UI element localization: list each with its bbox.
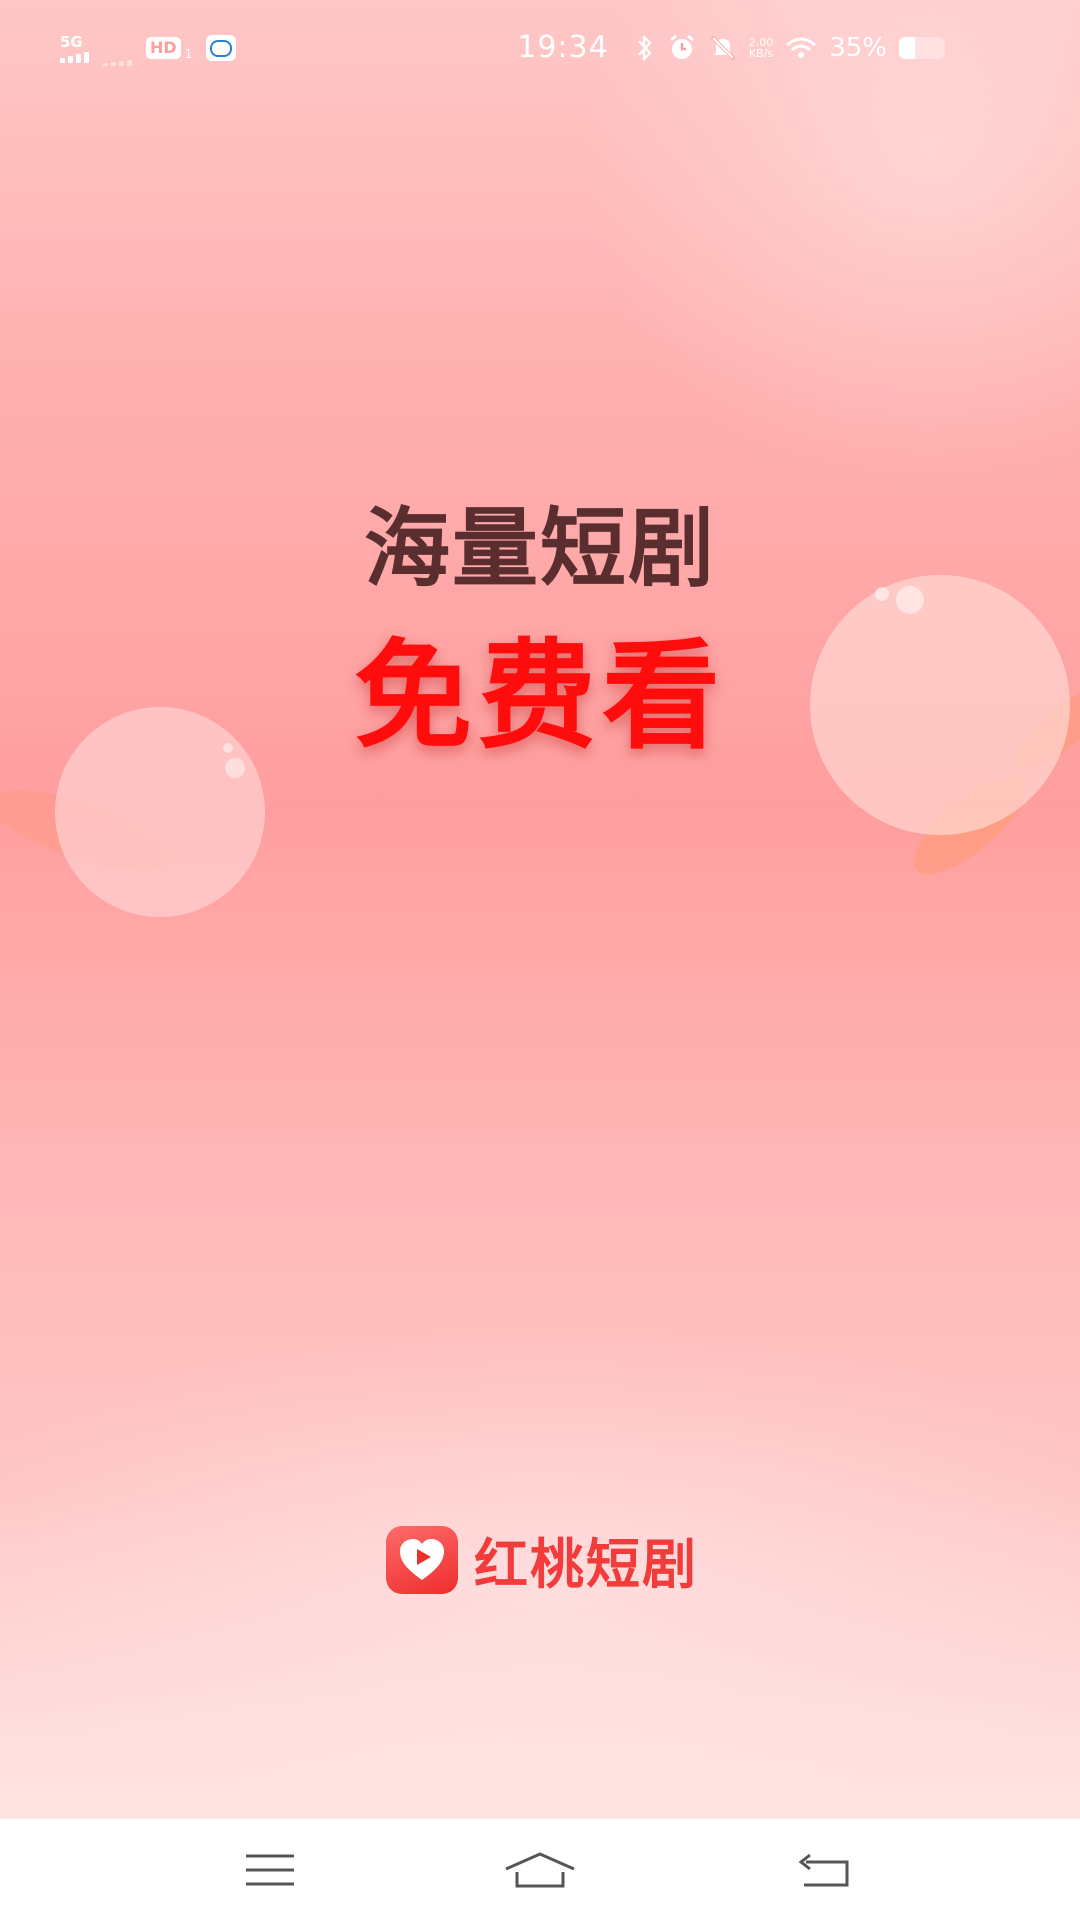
play-heart-icon bbox=[386, 1525, 458, 1594]
signal-icon: 5G bbox=[60, 34, 89, 63]
back-button[interactable] bbox=[784, 1845, 864, 1895]
bluetooth-icon bbox=[635, 34, 655, 62]
headline-accent: 免费看 bbox=[353, 627, 726, 765]
back-icon bbox=[798, 1853, 849, 1887]
mute-icon bbox=[709, 34, 737, 62]
battery-percent: 35% bbox=[829, 32, 887, 63]
app-logo: 红桃短剧 bbox=[386, 1520, 698, 1599]
home-button[interactable] bbox=[500, 1845, 580, 1895]
chat-icon bbox=[206, 35, 237, 61]
speed-unit: KB/s bbox=[748, 46, 774, 60]
clock: 19:34 bbox=[517, 30, 609, 65]
network-type: 5G bbox=[60, 32, 83, 51]
hd-icon: HD bbox=[146, 37, 181, 59]
hd-sim-number: 1 bbox=[184, 47, 193, 61]
app-name: 红桃短剧 bbox=[474, 1533, 698, 1596]
status-bar: 5G HD 1 19:34 2.00 KB/s 35% bbox=[0, 0, 1080, 100]
signal-icon-secondary bbox=[103, 44, 132, 66]
menu-button[interactable] bbox=[230, 1845, 310, 1895]
battery-icon bbox=[899, 36, 945, 59]
wifi-icon bbox=[785, 36, 817, 60]
speed-value: 2.00 bbox=[748, 35, 774, 49]
network-speed: 2.00 KB/s bbox=[749, 37, 774, 59]
menu-icon bbox=[246, 1854, 294, 1886]
navigation-bar bbox=[0, 1818, 1080, 1920]
headline-primary: 海量短剧 bbox=[364, 499, 716, 599]
splash-screen: 5G HD 1 19:34 2.00 KB/s 35% 海量短剧 免费看 红桃短… bbox=[0, 0, 1080, 1920]
alarm-icon bbox=[667, 34, 697, 62]
home-icon bbox=[505, 1852, 575, 1888]
